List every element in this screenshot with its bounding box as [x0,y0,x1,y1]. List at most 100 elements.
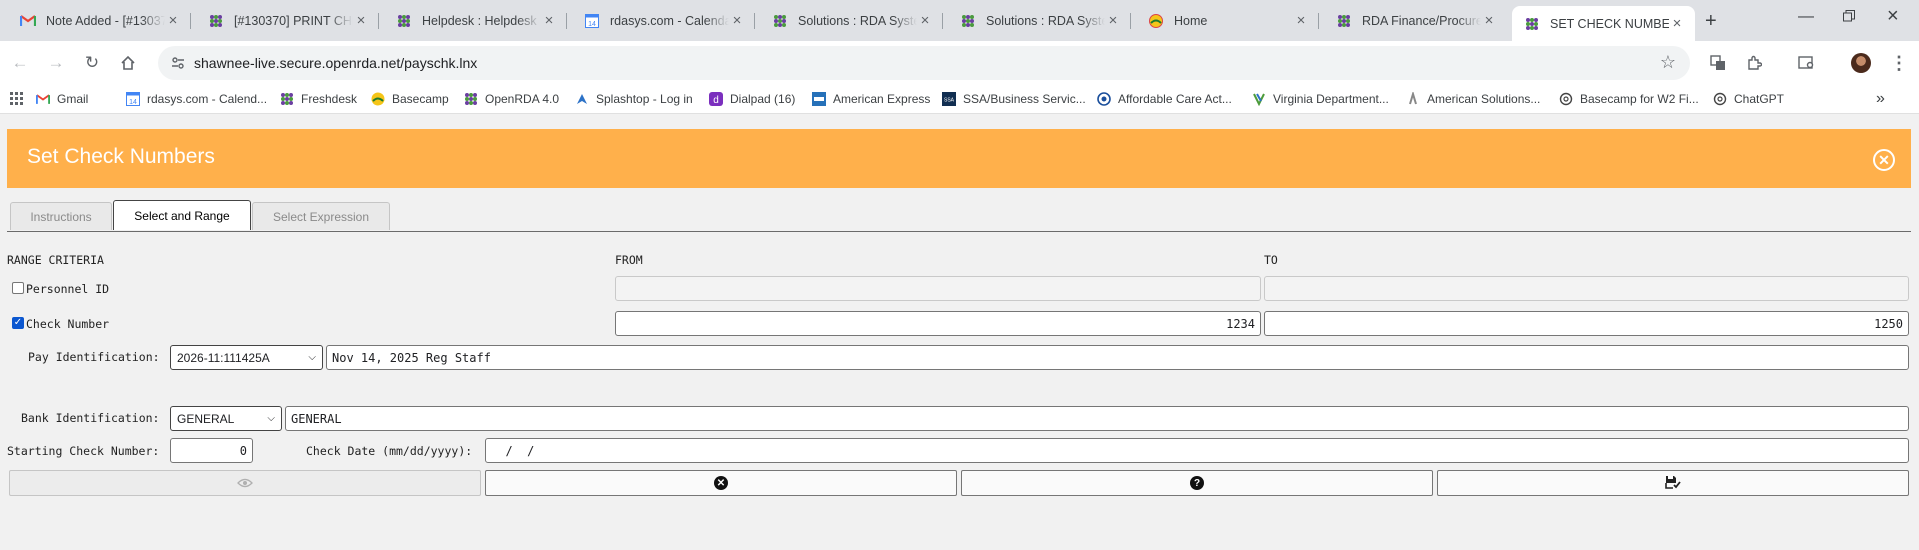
calendar-icon: 14 [125,91,141,107]
close-icon[interactable]: × [1481,12,1497,29]
reload-icon[interactable]: ↻ [80,51,104,75]
chevron-down-icon: ⌵ [308,352,316,363]
chevron-down-icon: ⌵ [267,413,275,424]
range-criteria-label: RANGE CRITERIA [7,253,104,267]
bank-identification-select[interactable]: GENERAL ⌵ [170,406,282,431]
browser-tab[interactable]: Helpdesk : Helpdesk × [384,6,567,35]
extensions-icon[interactable] [1743,52,1765,74]
translate-icon[interactable] [1707,52,1729,74]
close-icon[interactable]: × [1669,15,1685,32]
bookmark-item[interactable]: Affordable Care Act... [1096,89,1232,109]
address-bar[interactable]: shawnee-live.secure.openrda.net/payschk.… [158,46,1690,80]
bookmark-item[interactable]: 14 rdasys.com - Calend... [125,89,267,109]
bookmark-item[interactable]: Gmail [35,89,88,109]
personnel-id-to-input[interactable] [1264,276,1909,301]
check-number-from-input[interactable]: 1234 [615,311,1261,336]
bookmark-item[interactable]: Virginia Department... [1251,89,1389,109]
browser-tab[interactable]: Note Added - [#13037 × [8,6,191,35]
openrda-icon [772,13,788,29]
check-number-to-input[interactable]: 1250 [1264,311,1909,336]
tab-title: RDA Finance/Procurem [1362,13,1481,28]
openrda-icon [1336,13,1352,29]
page-title: Set Check Numbers [27,145,215,168]
check-number-label: Check Number [26,317,110,331]
check-number-checkbox[interactable]: ✓ [12,317,24,329]
tab-label: Instructions [30,209,92,224]
preview-button[interactable] [9,470,481,496]
personnel-id-checkbox[interactable] [12,282,24,294]
browser-tab[interactable]: Solutions : RDA Syster × [760,6,943,35]
tab-instructions[interactable]: Instructions [10,202,112,230]
tab-search-icon[interactable] [1796,52,1818,74]
browser-tab[interactable]: 14 rdasys.com - Calendar × [572,6,755,35]
close-icon[interactable]: × [165,12,181,29]
cancel-button[interactable]: ✕ [485,470,957,496]
close-screen-icon[interactable]: ✕ [1873,149,1895,171]
avatar[interactable] [1850,52,1872,74]
apps-icon[interactable] [10,89,24,109]
home-icon[interactable] [116,51,140,75]
svg-text:14: 14 [588,21,596,28]
site-info-icon[interactable] [170,55,186,74]
pay-identification-select[interactable]: 2026-11:111425A ⌵ [170,345,323,370]
bookmark-label: SSA/Business Servic... [963,92,1086,106]
help-button[interactable]: ? [961,470,1433,496]
from-label: FROM [615,253,643,267]
starting-check-number-input[interactable]: 0 [170,438,253,463]
tab-select-and-range[interactable]: Select and Range [113,200,251,230]
window-close-icon[interactable]: × [1887,5,1899,28]
browser-tab[interactable]: [#130370] PRINT CHE × [196,6,379,35]
close-icon[interactable]: × [1293,12,1309,29]
tab-title: Solutions : RDA Syster [798,13,917,28]
restore-icon[interactable] [1843,9,1855,27]
chatgpt-icon [1712,91,1728,107]
bookmark-star-icon[interactable]: ☆ [1660,52,1676,73]
browser-tab-active[interactable]: SET CHECK NUMBERS × [1512,6,1695,41]
browser-tab-strip: Note Added - [#13037 × [#130370] PRINT C… [0,0,1919,41]
starting-check-number-label: Starting Check Number: [7,444,160,458]
bookmark-label: ChatGPT [1734,92,1785,106]
svg-text:SSA: SSA [944,98,955,104]
bookmark-label: OpenRDA 4.0 [485,92,560,106]
pay-identification-description: Nov 14, 2025 Reg Staff [326,345,1909,370]
bookmark-item[interactable]: ChatGPT [1712,89,1784,109]
bookmark-item[interactable]: Freshdesk [279,89,357,109]
bookmark-item[interactable]: OpenRDA 4.0 [463,89,559,109]
bookmark-label: Dialpad (16) [730,92,796,106]
bookmark-item[interactable]: Splashtop - Log in [574,89,693,109]
bookmark-label: Gmail [57,92,89,106]
personnel-id-label: Personnel ID [26,282,110,296]
check-date-input[interactable]: / / [485,438,1909,463]
close-icon[interactable]: × [729,12,745,29]
affordable-care-icon [1096,91,1112,107]
eye-icon [237,476,253,491]
menu-icon[interactable]: ⋮ [1888,52,1910,74]
tab-select-expression[interactable]: Select Expression [252,202,390,230]
more-bookmarks-icon[interactable]: » [1876,89,1885,109]
tab-title: rdasys.com - Calendar [610,13,729,28]
check-date-label: Check Date (mm/dd/yyyy): [306,444,473,458]
bookmark-item[interactable]: SSA SSA/Business Servic... [941,89,1086,109]
bookmark-item[interactable]: d Dialpad (16) [708,89,795,109]
forward-icon[interactable]: → [44,51,68,75]
close-icon[interactable]: × [541,12,557,29]
bookmark-label: Splashtop - Log in [596,92,693,106]
tab-title: Note Added - [#13037 [46,13,165,28]
back-icon[interactable]: ← [8,51,32,75]
save-button[interactable] [1437,470,1909,496]
new-tab-icon[interactable]: + [1705,10,1717,33]
browser-tab[interactable]: Solutions : RDA Syster × [948,6,1131,35]
browser-tab[interactable]: RDA Finance/Procurem × [1324,6,1507,35]
bookmark-item[interactable]: American Solutions... [1405,89,1540,109]
browser-tab[interactable]: Home × [1136,6,1319,35]
basecamp-icon [1148,13,1164,29]
personnel-id-from-input[interactable] [615,276,1261,301]
openrda-icon [960,13,976,29]
bookmark-item[interactable]: Basecamp for W2 Fi... [1558,89,1699,109]
minimize-icon[interactable]: — [1798,8,1814,26]
close-icon[interactable]: × [353,12,369,29]
close-icon[interactable]: × [1105,12,1121,29]
close-icon[interactable]: × [917,12,933,29]
bookmark-item[interactable]: American Express [811,89,930,109]
bookmark-item[interactable]: Basecamp [370,89,449,109]
